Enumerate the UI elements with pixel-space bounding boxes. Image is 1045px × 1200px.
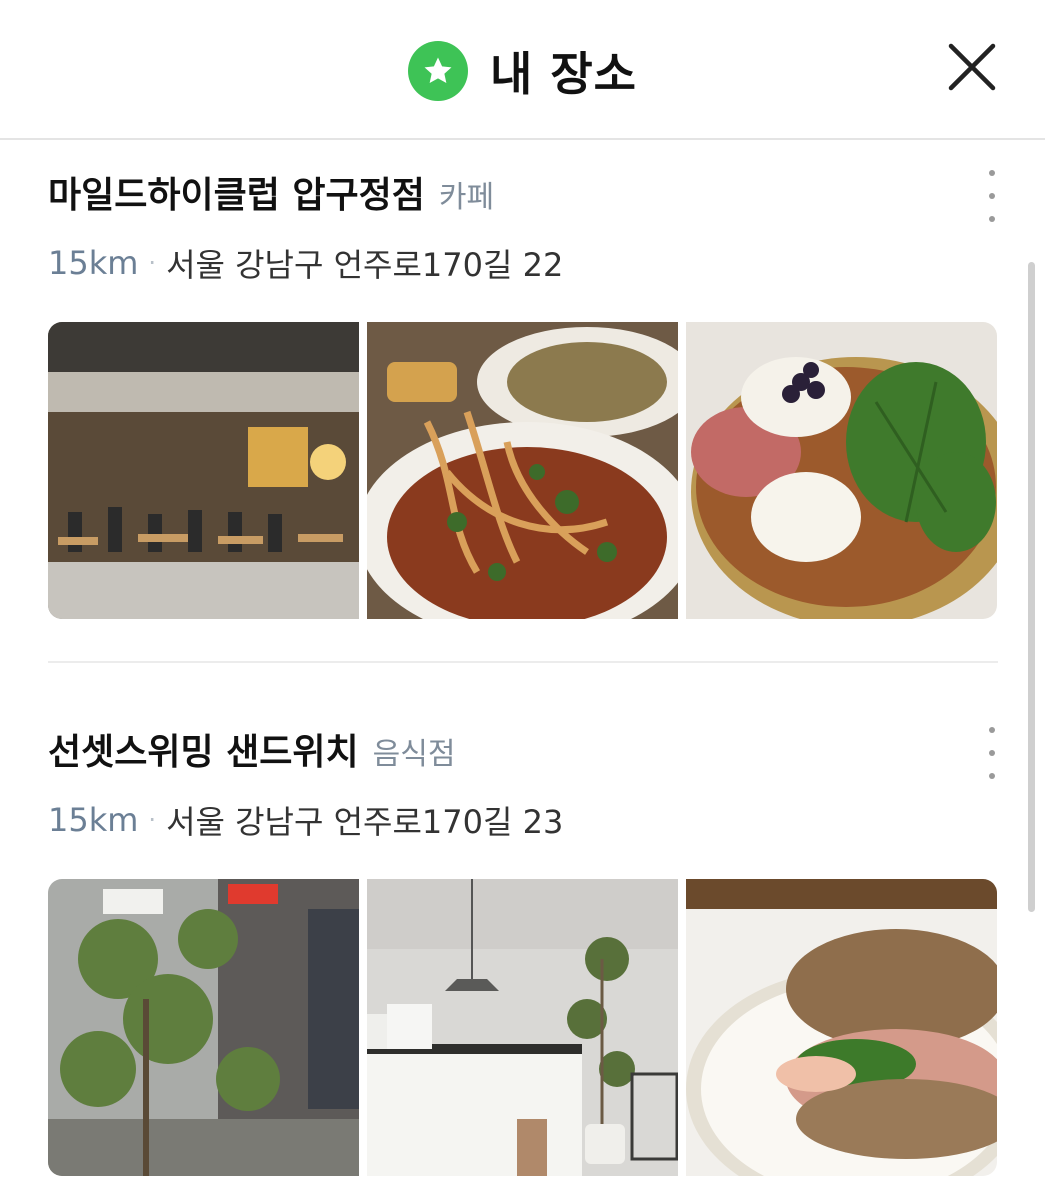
separator-dot: · [148,806,157,834]
place-photo[interactable] [686,322,997,619]
place-photo[interactable] [367,322,678,619]
place-photo[interactable] [48,322,359,619]
place-photo[interactable] [48,879,359,1176]
close-icon[interactable] [943,38,1001,96]
place-category: 음식점 [372,737,456,772]
place-item[interactable]: 마일드하이클럽 압구정점 카페 15km · 서울 강남구 언주로170길 22 [48,166,998,619]
place-name[interactable]: 선셋스위밍 샌드위치 [48,723,359,775]
place-photo[interactable] [367,879,678,1176]
photo-strip [48,322,997,619]
place-address: 서울 강남구 언주로170길 22 [166,246,564,284]
divider [48,661,998,663]
photo-strip [48,879,997,1176]
page-title: 내 장소 [490,47,637,101]
more-options-icon[interactable] [986,170,998,222]
place-distance: 15km [48,244,139,282]
header-title-group: 내 장소 [0,38,1045,104]
separator-dot: · [148,249,157,277]
more-options-icon[interactable] [986,727,998,779]
place-category: 카페 [438,180,495,215]
scrollbar[interactable] [1028,262,1035,912]
place-item[interactable]: 선셋스위밍 샌드위치 음식점 15km · 서울 강남구 언주로170길 23 [48,723,998,1176]
place-distance: 15km [48,801,139,839]
place-address: 서울 강남구 언주로170길 23 [166,803,564,841]
header: 내 장소 [0,0,1045,140]
place-name[interactable]: 마일드하이클럽 압구정점 [48,166,425,218]
place-photo[interactable] [686,879,997,1176]
star-icon [408,41,468,101]
